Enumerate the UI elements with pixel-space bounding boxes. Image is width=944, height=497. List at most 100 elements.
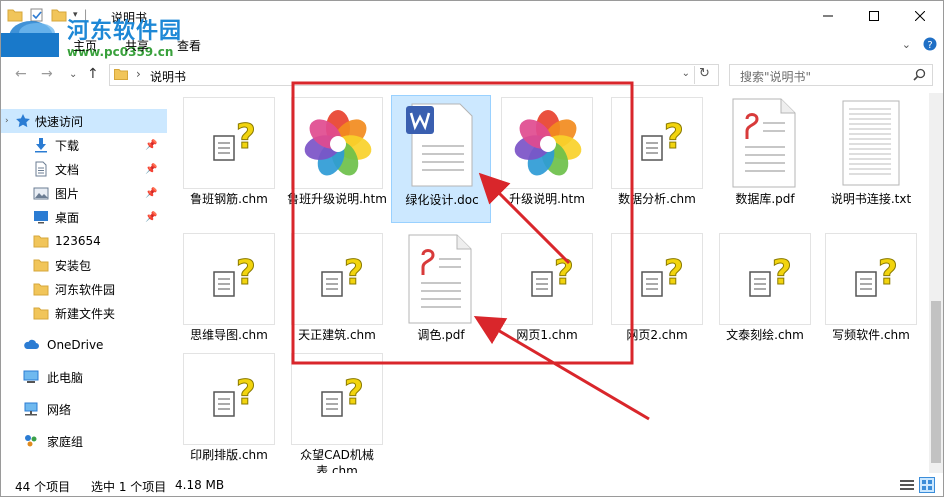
file-name: 升级说明.htm <box>509 192 585 206</box>
up-arrow-icon[interactable]: ↑ <box>87 66 99 82</box>
svg-text:?: ? <box>772 253 792 293</box>
file-name: 思维导图.chm <box>190 328 268 342</box>
file-tile[interactable]: ? 思维导图.chm <box>179 231 279 359</box>
file-thumbnail <box>501 97 593 189</box>
chevron-right-icon[interactable]: › <box>5 116 9 126</box>
file-thumbnail: ? <box>611 233 703 325</box>
pdf-document-icon <box>732 98 796 188</box>
file-tile[interactable]: ? 数据分析.chm <box>607 95 707 223</box>
file-name: 绿化设计.doc <box>405 193 479 207</box>
close-icon <box>915 11 925 21</box>
svg-text:?: ? <box>927 40 932 51</box>
sidebar-label-desktop: 桌面 <box>55 210 80 225</box>
chm-help-icon: ? <box>213 253 256 297</box>
sidebar-item-folder-new[interactable]: 新建文件夹 <box>1 301 167 325</box>
file-tile[interactable]: 调色.pdf <box>391 231 491 359</box>
back-arrow-icon[interactable]: ← <box>15 66 27 82</box>
sidebar-item-this-pc[interactable]: 此电脑 <box>1 365 167 389</box>
folder-icon <box>33 283 49 296</box>
status-bar: 44 个项目 选中 1 个项目 4.18 MB <box>1 475 943 496</box>
sidebar-label-this-pc: 此电脑 <box>47 370 84 385</box>
chm-help-icon: ? <box>321 253 364 297</box>
file-thumbnail: ? <box>183 353 275 445</box>
file-grid: ? 鲁班钢筋.chm 鲁班升级说明.htm 绿化设计.doc 升级说明.htm ? 数据分析… <box>171 93 927 473</box>
file-thumbnail: ? <box>719 233 811 325</box>
svg-text:?: ? <box>236 373 256 413</box>
title-bar: ▾ | 说明书 河东软件园 www.pc0359.cn <box>1 1 943 59</box>
scrollbar-thumb[interactable] <box>931 301 941 463</box>
file-tile[interactable]: ? 网页2.chm <box>607 231 707 359</box>
sidebar-item-folder-install[interactable]: 安装包 <box>1 253 167 277</box>
file-tile[interactable]: ? 天正建筑.chm <box>287 231 387 359</box>
sidebar-item-pictures[interactable]: 图片 📌 <box>1 181 167 205</box>
tab-share[interactable]: 共享 <box>125 37 149 54</box>
pin-icon[interactable]: 📌 <box>145 140 157 151</box>
file-tile[interactable]: ? 印刷排版.chm <box>179 351 279 473</box>
tab-home[interactable]: 主页 <box>73 37 97 54</box>
sidebar-item-downloads[interactable]: 下载 📌 <box>1 133 167 157</box>
sidebar-label-network: 网络 <box>47 402 72 417</box>
minimize-button[interactable] <box>805 1 851 31</box>
expand-ribbon-icon[interactable]: ⌄ <box>902 38 911 51</box>
file-thumbnail: ? <box>183 233 275 325</box>
sidebar-item-folder-123654[interactable]: 123654 <box>1 229 167 253</box>
tab-view[interactable]: 查看 <box>177 37 201 54</box>
help-icon[interactable]: ? <box>923 37 937 51</box>
sidebar-item-folder-hedong[interactable]: 河东软件园 <box>1 277 167 301</box>
pin-icon[interactable]: 📌 <box>145 164 157 175</box>
file-tile[interactable]: 绿化设计.doc <box>391 95 491 223</box>
forward-arrow-icon[interactable]: → <box>41 66 53 82</box>
file-tile[interactable]: 升级说明.htm <box>497 95 597 223</box>
close-button[interactable] <box>897 1 943 31</box>
sidebar-item-documents[interactable]: 文档 📌 <box>1 157 167 181</box>
tab-file[interactable] <box>1 33 59 57</box>
file-tile[interactable]: ? 文泰刻绘.chm <box>715 231 815 359</box>
address-bar[interactable]: › 说明书 ⌄ ↻ <box>109 64 719 86</box>
refresh-icon[interactable]: ↻ <box>694 66 714 84</box>
breadcrumb-current[interactable]: 说明书 <box>150 68 186 85</box>
file-tile[interactable]: 数据库.pdf <box>715 95 815 223</box>
file-thumbnail <box>395 233 487 325</box>
pin-icon[interactable]: 📌 <box>145 212 157 223</box>
file-name: 鲁班钢筋.chm <box>190 192 268 206</box>
desktop-icon <box>34 211 48 224</box>
sidebar-item-desktop[interactable]: 桌面 📌 <box>1 205 167 229</box>
ribbon-tabs: 主页 共享 查看 ⌄ ? <box>1 33 943 57</box>
pdf-document-icon <box>408 234 472 324</box>
sidebar-item-homegroup[interactable]: 家庭组 <box>1 429 167 453</box>
vertical-scrollbar[interactable] <box>929 93 943 473</box>
file-name: 印刷排版.chm <box>190 448 268 462</box>
large-icons-view-icon[interactable] <box>919 477 935 493</box>
file-tile[interactable]: ? 写频软件.chm <box>821 231 921 359</box>
file-tile[interactable]: 说明书连接.txt <box>821 95 921 223</box>
document-icon <box>35 161 47 177</box>
address-dropdown-icon[interactable]: ⌄ <box>682 68 690 79</box>
selected-count: 选中 1 个项目 <box>91 480 167 494</box>
file-thumbnail: ? <box>291 353 383 445</box>
chm-help-icon: ? <box>641 253 684 297</box>
file-tile[interactable]: ? 众望CAD机械表.chm <box>287 351 387 473</box>
search-icon <box>913 68 926 81</box>
breadcrumb-chevron-icon[interactable]: › <box>136 67 141 81</box>
file-thumbnail: ? <box>183 97 275 189</box>
file-thumbnail <box>291 97 383 189</box>
file-tile[interactable]: ? 鲁班钢筋.chm <box>179 95 279 223</box>
sidebar-item-onedrive[interactable]: OneDrive <box>1 333 167 357</box>
search-input[interactable]: 搜索"说明书" <box>729 64 933 86</box>
sidebar-label-new-folder: 新建文件夹 <box>55 306 116 321</box>
recent-locations-icon[interactable]: ⌄ <box>69 69 77 80</box>
sidebar-label-123654: 123654 <box>55 234 101 248</box>
folder-icon <box>114 69 128 80</box>
folder-icon <box>33 259 49 272</box>
pin-icon[interactable]: 📌 <box>145 188 157 199</box>
sidebar-item-network[interactable]: 网络 <box>1 397 167 421</box>
file-tile[interactable]: 鲁班升级说明.htm <box>287 95 387 223</box>
sidebar-item-quick-access[interactable]: › 快速访问 <box>1 109 167 133</box>
file-name: 网页2.chm <box>626 328 688 342</box>
sidebar-label-homegroup: 家庭组 <box>47 434 84 449</box>
details-view-icon[interactable] <box>899 477 915 493</box>
file-name: 写频软件.chm <box>832 328 910 342</box>
file-tile[interactable]: ? 网页1.chm <box>497 231 597 359</box>
file-name: 数据库.pdf <box>735 192 795 206</box>
maximize-button[interactable] <box>851 1 897 31</box>
